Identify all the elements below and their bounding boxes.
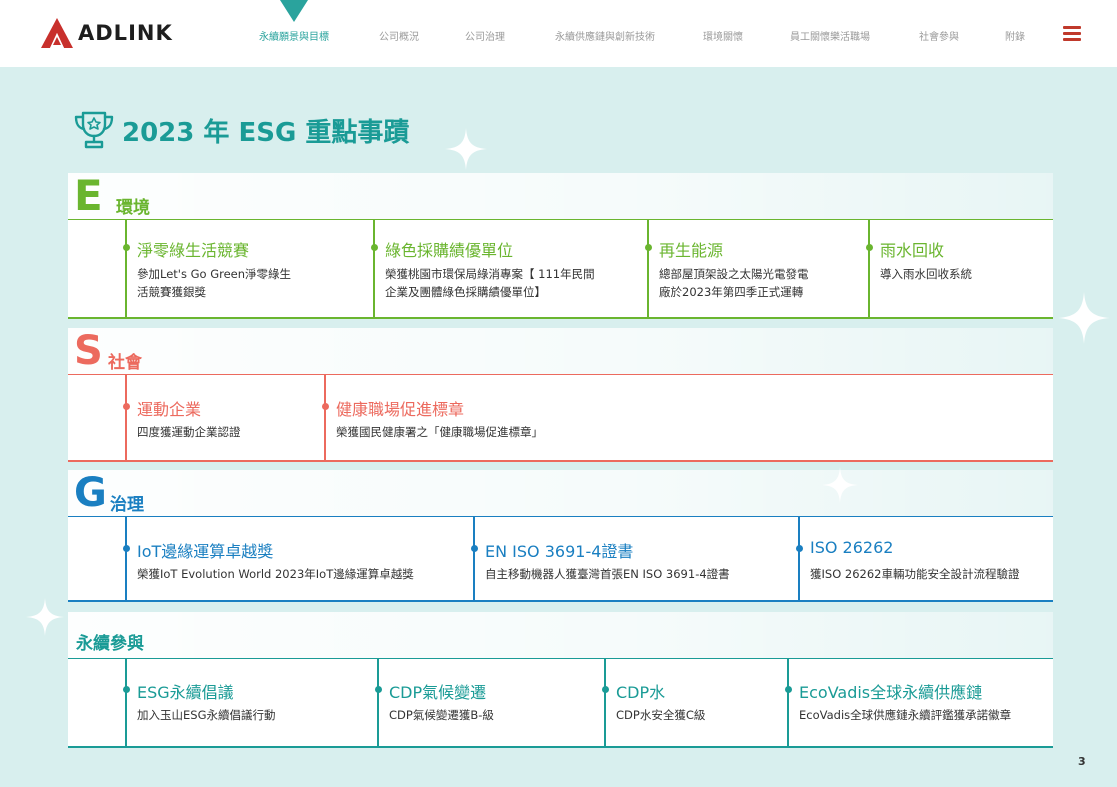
page-title-block: 2023 年 ESG 重點事蹟 <box>72 108 409 152</box>
nav-item-vision-goals[interactable]: 永續願景與目標 <box>259 28 329 43</box>
bullet-dot-icon <box>645 244 652 251</box>
nav-item-company-overview[interactable]: 公司概況 <box>379 28 419 43</box>
achievement-desc: CDP氣候變遷獲B-級 <box>389 708 494 722</box>
achievement-desc: 活競賽獲銀獎 <box>137 285 206 299</box>
section-governance: G 治理 IoT邊緣運算卓越獎 榮獲IoT Evolution World 20… <box>68 470 1053 602</box>
section-body: 淨零綠生活競賽 參加Let's Go Green淨零綠生 活競賽獲銀獎 綠色採購… <box>68 220 1053 317</box>
main-nav: 永續願景與目標 公司概況 公司治理 永續供應鏈與創新技術 環境關懷 員工關懷樂活… <box>0 0 1117 67</box>
nav-item-social-participation[interactable]: 社會參與 <box>919 28 959 43</box>
hamburger-menu-icon[interactable] <box>1063 26 1081 41</box>
achievement-title: EcoVadis全球永續供應鏈 <box>799 683 983 702</box>
achievement-desc: EcoVadis全球供應鏈永續評鑑獲承諾徽章 <box>799 708 1012 722</box>
bullet-dot-icon <box>785 686 792 693</box>
section-header: S 社會 <box>68 328 1053 374</box>
achievement-title: 運動企業 <box>137 400 202 419</box>
bullet-dot-icon <box>123 244 130 251</box>
bullet-dot-icon <box>123 545 130 552</box>
achievement-desc: 榮獲國民健康署之「健康職場促進標章」 <box>336 425 543 439</box>
achievement-desc: 獲ISO 26262車輛功能安全設計流程驗證 <box>810 567 1020 581</box>
section-label: 環境 <box>116 198 150 218</box>
section-header: G 治理 <box>68 470 1053 516</box>
section-letter: S <box>74 328 103 374</box>
nav-item-supply-chain-innovation[interactable]: 永續供應鏈與創新技術 <box>555 28 655 43</box>
bullet-dot-icon <box>602 686 609 693</box>
bullet-dot-icon <box>375 686 382 693</box>
section-body: ESG永續倡議 加入玉山ESG永續倡議行動 CDP氣候變遷 CDP氣候變遷獲B-… <box>68 659 1053 746</box>
bullet-dot-icon <box>866 244 873 251</box>
achievement-title: EN ISO 3691-4證書 <box>485 542 634 561</box>
active-nav-indicator-icon <box>280 0 308 22</box>
achievement-title: 健康職場促進標章 <box>336 400 465 419</box>
section-letter: E <box>74 171 103 220</box>
nav-item-employee-care[interactable]: 員工關懷樂活職場 <box>790 28 870 43</box>
bullet-dot-icon <box>322 403 329 410</box>
sparkle-icon <box>26 598 64 636</box>
achievement-title: 雨水回收 <box>880 241 945 260</box>
achievement-title: 綠色採購績優單位 <box>385 241 514 260</box>
achievement-desc: 導入雨水回收系統 <box>880 267 972 281</box>
page-title: 2023 年 ESG 重點事蹟 <box>122 117 410 148</box>
achievement-desc: 榮獲桃園市環保局綠消專案【 111年民間 <box>385 267 595 281</box>
achievement-title: IoT邊緣運算卓越獎 <box>137 542 274 561</box>
achievement-desc: CDP水安全獲C級 <box>616 708 706 722</box>
achievement-desc: 廠於2023年第四季正式運轉 <box>659 285 804 299</box>
nav-item-appendix[interactable]: 附錄 <box>1005 28 1025 43</box>
section-label: 社會 <box>108 353 142 373</box>
bullet-dot-icon <box>123 403 130 410</box>
achievement-title: 再生能源 <box>659 241 724 260</box>
section-environment: E 環境 淨零綠生活競賽 參加Let's Go Green淨零綠生 活競賽獲銀獎… <box>68 171 1053 319</box>
achievement-title: ESG永續倡議 <box>137 683 234 702</box>
sparkle-icon <box>445 128 487 170</box>
section-sustainability-participation: 永續參與 ESG永續倡議 加入玉山ESG永續倡議行動 CDP氣候變遷 CDP氣候… <box>68 612 1053 748</box>
section-social: S 社會 運動企業 四度獲運動企業認證 健康職場促進標章 榮獲國民健康署之「健康… <box>68 328 1053 462</box>
sparkle-icon <box>1058 292 1110 344</box>
section-body: IoT邊緣運算卓越獎 榮獲IoT Evolution World 2023年Io… <box>68 517 1053 600</box>
achievement-desc: 參加Let's Go Green淨零綠生 <box>137 267 292 281</box>
achievement-desc: 總部屋頂架設之太陽光電發電 <box>659 267 809 281</box>
achievement-title: ISO 26262 <box>810 538 894 557</box>
achievement-desc: 加入玉山ESG永續倡議行動 <box>137 708 276 722</box>
achievement-title: CDP氣候變遷 <box>389 683 487 702</box>
achievement-desc: 四度獲運動企業認證 <box>137 425 241 439</box>
bullet-dot-icon <box>796 545 803 552</box>
bullet-dot-icon <box>371 244 378 251</box>
top-navigation-bar: ADLINK 永續願景與目標 公司概況 公司治理 永續供應鏈與創新技術 環境關懷… <box>0 0 1117 67</box>
trophy-icon <box>74 111 114 149</box>
achievement-desc: 企業及團體綠色採購績優單位】 <box>385 285 546 299</box>
achievement-desc: 自主移動機器人獲臺灣首張EN ISO 3691-4證書 <box>485 567 730 581</box>
section-header: 永續參與 <box>68 612 1053 658</box>
section-label: 永續參與 <box>76 634 144 654</box>
achievement-desc: 榮獲IoT Evolution World 2023年IoT邊緣運算卓越獎 <box>137 567 414 581</box>
page-number: 3 <box>1078 755 1086 768</box>
section-body: 運動企業 四度獲運動企業認證 健康職場促進標章 榮獲國民健康署之「健康職場促進標… <box>68 375 1053 460</box>
section-letter: G <box>74 470 107 516</box>
achievement-title: 淨零綠生活競賽 <box>137 241 250 260</box>
achievement-title: CDP水 <box>616 683 666 702</box>
nav-item-environment[interactable]: 環境關懷 <box>703 28 743 43</box>
bullet-dot-icon <box>123 686 130 693</box>
section-label: 治理 <box>110 495 144 515</box>
section-header: E 環境 <box>68 171 1053 220</box>
nav-item-corporate-governance[interactable]: 公司治理 <box>465 28 505 43</box>
bullet-dot-icon <box>471 545 478 552</box>
